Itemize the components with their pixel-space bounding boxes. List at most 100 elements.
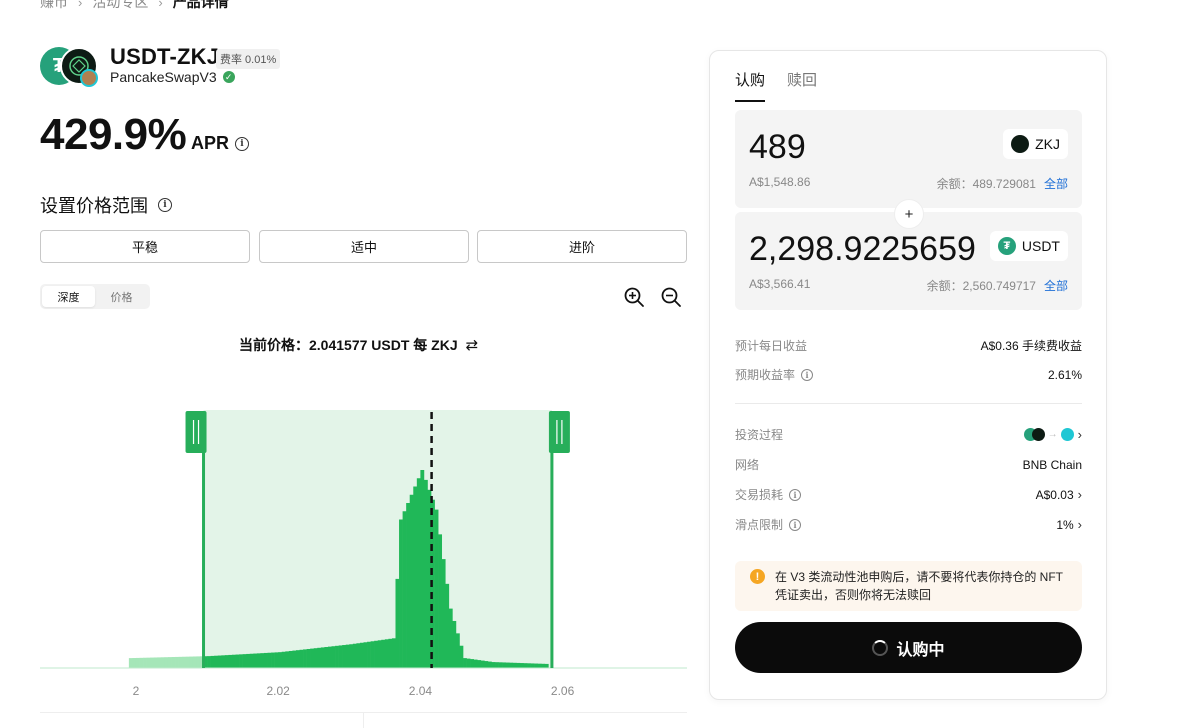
liquidity-bar <box>303 649 307 668</box>
usdt-fiat-value: A$3,566.41 <box>749 277 811 291</box>
token-selector-zkj[interactable]: ZKJ <box>1003 129 1068 159</box>
slippage-row[interactable]: 滑点限制 i 1% › <box>735 516 1082 533</box>
liquidity-bar <box>256 653 261 668</box>
max-button[interactable]: 全部 <box>1044 175 1068 192</box>
liquidity-bar <box>178 656 183 668</box>
slippage-label: 滑点限制 i <box>735 516 802 533</box>
zoom-in-icon[interactable] <box>623 286 645 308</box>
liquidity-bar <box>473 659 478 668</box>
x-tick-label: 2 <box>133 684 140 698</box>
liquidity-bar <box>271 652 275 668</box>
liquidity-bar <box>310 648 315 668</box>
liquidity-bar <box>335 645 339 668</box>
liquidity-bar <box>267 652 272 668</box>
swap-direction-icon[interactable]: ⇄ <box>466 336 479 354</box>
subscribe-button-label: 认购中 <box>896 641 945 659</box>
liquidity-bar <box>246 653 251 668</box>
chevron-right-icon: › <box>158 0 163 10</box>
liquidity-bar <box>143 657 147 668</box>
selected-range-area <box>203 410 552 668</box>
liquidity-bar <box>445 583 450 668</box>
tx-cost-row[interactable]: 交易损耗 i A$0.03 › <box>735 486 1082 503</box>
tx-cost-label: 交易损耗 i <box>735 486 802 503</box>
liquidity-bar <box>281 651 286 668</box>
breadcrumb-current: 产品详情 <box>172 0 229 10</box>
apr-text: APR <box>191 133 230 153</box>
liquidity-bar <box>228 654 233 668</box>
liquidity-bar <box>185 656 190 668</box>
liquidity-bar <box>516 662 521 668</box>
liquidity-bar <box>153 657 158 668</box>
liquidity-bar <box>150 657 155 668</box>
strategy-advanced-button[interactable]: 进阶 <box>477 230 687 263</box>
daily-earnings-value: A$0.36 手续费收益 <box>980 339 1082 353</box>
token-label: USDT <box>1021 238 1060 254</box>
warning-icon: ! <box>750 569 765 584</box>
liquidity-depth-chart[interactable]: 2 2.02 2.04 2.06 <box>40 400 687 710</box>
liquidity-bar <box>498 662 503 668</box>
info-icon[interactable]: i <box>789 518 802 531</box>
range-lower-handle[interactable] <box>185 411 207 453</box>
breadcrumb-earn[interactable]: 赚币 <box>40 0 68 12</box>
loading-spinner-icon <box>872 639 889 656</box>
liquidity-bar <box>235 654 240 668</box>
tab-redeem[interactable]: 赎回 <box>787 69 817 102</box>
liquidity-bar <box>370 641 375 668</box>
liquidity-bar <box>470 659 475 668</box>
nft-warning: ! 在 V3 类流动性池申购后，请不要将代表你持仓的 NFT 凭证卖出，否则你将… <box>735 561 1082 611</box>
liquidity-bar <box>512 662 517 668</box>
info-icon[interactable]: i <box>789 488 802 501</box>
usdt-amount-input[interactable]: 2,298.9225659 <box>749 230 994 269</box>
process-row[interactable]: 投资过程 → › <box>735 426 1082 443</box>
route-icons: → <box>1023 428 1074 441</box>
liquidity-bar <box>438 534 443 668</box>
strategy-moderate-button[interactable]: 适中 <box>259 230 469 263</box>
liquidity-bar <box>313 648 318 668</box>
liquidity-bar <box>192 656 197 668</box>
liquidity-bar <box>495 662 499 668</box>
liquidity-bar <box>239 654 243 668</box>
usdt-icon: ₮ <box>997 237 1016 255</box>
liquidity-bar <box>253 653 258 668</box>
subscribe-button[interactable]: 认购中 <box>735 622 1082 673</box>
breadcrumb: 赚币 › 活动专区 › 产品详情 <box>40 0 229 12</box>
liquidity-bar <box>537 663 542 668</box>
strategy-stable-button[interactable]: 平稳 <box>40 230 250 263</box>
zkj-amount-input[interactable]: 489 <box>749 128 994 167</box>
liquidity-bar <box>420 470 425 668</box>
pancakeswap-icon <box>80 69 98 87</box>
token-selector-usdt[interactable]: ₮ USDT <box>989 231 1068 261</box>
liquidity-bar <box>463 658 467 668</box>
liquidity-bar <box>171 657 176 668</box>
view-depth-tab[interactable]: 深度 <box>42 286 95 307</box>
view-price-tab[interactable]: 价格 <box>95 286 148 307</box>
liquidity-bar <box>544 663 549 668</box>
zoom-out-icon[interactable] <box>660 286 682 308</box>
liquidity-bar <box>327 646 332 668</box>
process-label: 投资过程 <box>735 428 784 442</box>
process-route: → › <box>1023 427 1082 442</box>
info-icon[interactable]: i <box>158 198 172 212</box>
expected-apr-value: 2.61% <box>1047 367 1082 382</box>
network-value: BNB Chain <box>1022 457 1082 472</box>
liquidity-bar <box>359 642 364 668</box>
liquidity-bar <box>534 663 538 668</box>
max-button[interactable]: 全部 <box>1044 277 1068 294</box>
liquidity-bar <box>224 655 229 668</box>
liquidity-bar <box>352 643 357 668</box>
breadcrumb-events[interactable]: 活动专区 <box>92 0 148 12</box>
plus-icon: + <box>894 199 924 229</box>
info-icon[interactable]: i <box>235 136 250 151</box>
token-label: ZKJ <box>1035 136 1060 152</box>
tx-cost-value: A$0.03 › <box>1035 487 1082 502</box>
range-upper-handle[interactable] <box>548 411 570 453</box>
liquidity-bar <box>505 662 510 668</box>
tab-subscribe[interactable]: 认购 <box>735 69 766 102</box>
liquidity-bar <box>128 658 133 668</box>
liquidity-bar <box>356 643 361 668</box>
liquidity-bar <box>374 640 379 668</box>
info-icon[interactable]: i <box>801 368 814 381</box>
liquidity-bar <box>242 654 247 668</box>
liquidity-bar <box>299 649 304 668</box>
liquidity-bar <box>146 657 151 668</box>
